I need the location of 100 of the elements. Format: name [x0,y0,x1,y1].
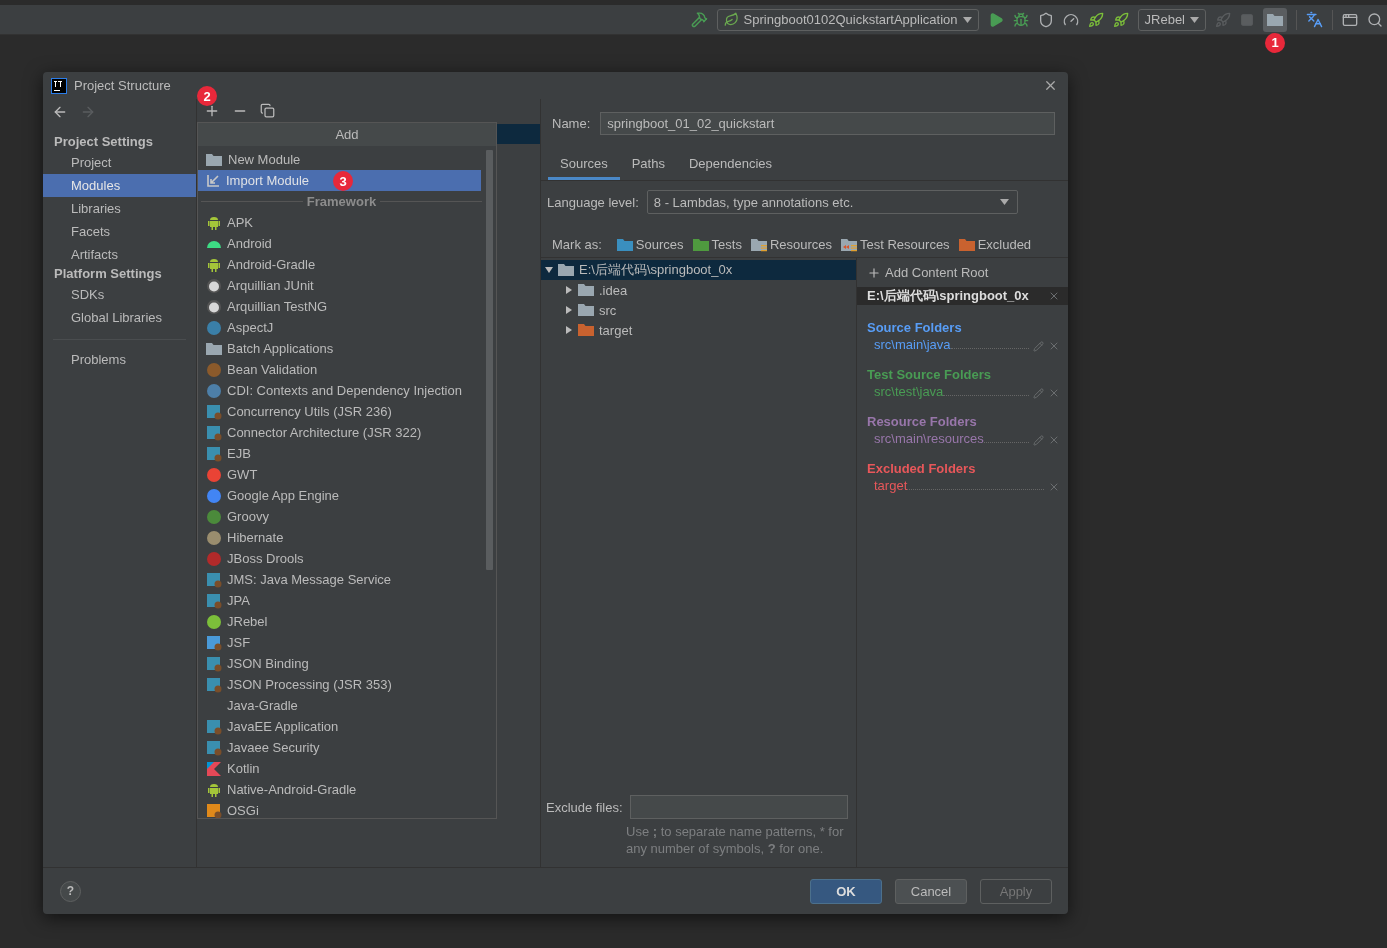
kotlin-icon [206,760,222,777]
tree-item[interactable]: .idea [541,280,856,300]
circle-icon [206,529,222,546]
name-field[interactable]: springboot_01_02_quickstart [600,112,1055,135]
jrebel-dropdown[interactable]: JRebel [1137,8,1206,31]
menu-item[interactable]: JSF [198,632,481,653]
folder-path: src\test\java [874,384,944,399]
menu-item[interactable]: GWT [198,464,481,485]
section-label: Framework [306,194,377,209]
module-icon [206,424,222,441]
menu-item[interactable]: EJB [198,443,481,464]
menu-item[interactable]: Arquillian TestNG [198,296,481,317]
sidebar-item[interactable]: Libraries [43,197,196,220]
rocket-icon[interactable] [1087,11,1104,28]
menu-item[interactable]: Native-Android-Gradle [198,779,481,800]
menu-item[interactable]: Google App Engine [198,485,481,506]
exclude-files-field[interactable] [629,795,848,819]
menu-item[interactable]: Import Module 3 [198,170,481,191]
menu-item[interactable]: Groovy [198,506,481,527]
mark-as-button[interactable]: Excluded [958,237,1032,252]
menu-item[interactable]: Batch Applications [198,338,481,359]
menu-item[interactable]: JSON Processing (JSR 353) [198,674,481,695]
close-icon[interactable] [1048,387,1060,399]
mark-as-button[interactable]: Resources [750,237,833,252]
menu-item[interactable]: Arquillian JUnit [198,275,481,296]
folder-path: src\main\java [874,337,951,352]
tab[interactable]: Sources [548,153,620,180]
copy-icon[interactable] [260,103,275,118]
scrollbar-thumb[interactable] [485,150,493,570]
menu-item[interactable]: Concurrency Utils (JSR 236) [198,401,481,422]
menu-item[interactable]: AspectJ [198,317,481,338]
profiler-icon[interactable] [1062,11,1079,28]
add-content-root-button[interactable]: Add Content Root [857,258,1068,287]
menu-item[interactable]: Connector Architecture (JSR 322) [198,422,481,443]
tab[interactable]: Paths [619,153,677,180]
sidebar-item[interactable]: Problems [43,348,196,371]
close-icon[interactable] [1048,434,1060,446]
module-icon [206,571,222,588]
close-icon[interactable] [1048,290,1060,302]
run-configuration-dropdown[interactable]: Springboot0102QuickstartApplication [716,8,979,31]
translate-icon[interactable] [1306,11,1323,28]
search-icon[interactable] [1367,11,1383,28]
tree-item[interactable]: E:\后端代码\springboot_0x [541,260,856,280]
menu-item[interactable]: New Module [198,149,481,170]
menu-item[interactable]: Kotlin [198,758,481,779]
rocket-icon[interactable] [1112,11,1129,28]
annotation-badge: 3 [333,171,353,191]
menu-item[interactable]: OSGi [198,800,481,818]
debug-icon[interactable] [1012,11,1029,28]
menu-item[interactable]: JMS: Java Message Service [198,569,481,590]
sidebar-item[interactable]: Project [43,151,196,174]
sidebar-item[interactable]: Facets [43,220,196,243]
menu-item[interactable]: JRebel [198,611,481,632]
menu-item[interactable]: JPA [198,590,481,611]
tab[interactable]: Dependencies [676,153,785,180]
mark-as-button[interactable]: Sources [616,237,684,252]
menu-item[interactable]: Java-Gradle [198,695,481,716]
module-icon [206,445,222,462]
menu-item[interactable]: Javaee Security [198,737,481,758]
help-button[interactable]: ? [60,880,81,902]
menu-item[interactable]: JavaEE Application [198,716,481,737]
window-icon[interactable] [1342,11,1358,28]
module-icon [206,802,222,818]
expanded-arrow-icon[interactable] [544,265,554,275]
exclude-files-label: Exclude files: [546,799,623,815]
sidebar-item[interactable]: Global Libraries [43,306,196,329]
sidebar-item[interactable]: SDKs [43,283,196,306]
circle-icon [206,382,222,399]
new-module-icon [206,152,223,167]
tree-item[interactable]: target [541,320,856,340]
tree-item[interactable]: src [541,300,856,320]
menu-item[interactable]: JSON Binding [198,653,481,674]
import-arrow-icon [206,173,221,188]
close-icon[interactable] [1043,78,1058,93]
coverage-icon[interactable] [1037,11,1054,28]
menu-item[interactable]: JBoss Drools [198,548,481,569]
close-icon[interactable] [1048,481,1060,493]
menu-item[interactable]: Android-Gradle [198,254,481,275]
menu-item[interactable]: Hibernate [198,527,481,548]
add-icon [867,265,881,280]
mark-as-button[interactable]: Tests [692,237,742,252]
language-level-dropdown[interactable]: 8 - Lambdas, type annotations etc. [646,190,1018,214]
annotation-badge: 2 [197,86,217,106]
project-structure-button[interactable] [1263,7,1287,32]
sidebar-item[interactable]: Modules [43,174,196,197]
language-level-label: Language level: [547,194,639,210]
menu-item[interactable]: Bean Validation [198,359,481,380]
dialog-button[interactable]: OK [810,878,882,904]
close-icon[interactable] [1048,340,1060,352]
content-root-path: E:\后端代码\springboot_0x [867,287,1029,305]
menu-item[interactable]: Android [198,233,481,254]
mark-as-button[interactable]: Test Resources [841,237,950,252]
exclude-hint: Use ; to separate name patterns, * for any number of symbols, ? for one. [625,823,845,858]
menu-item[interactable]: APK [198,212,481,233]
module-icon [206,403,222,420]
module-icon [206,718,222,735]
dialog-button[interactable]: Cancel [895,878,967,904]
build-hammer-icon[interactable] [690,11,708,28]
sidebar-item[interactable]: Artifacts [43,243,196,266]
menu-item[interactable]: CDI: Contexts and Dependency Injection [198,380,481,401]
